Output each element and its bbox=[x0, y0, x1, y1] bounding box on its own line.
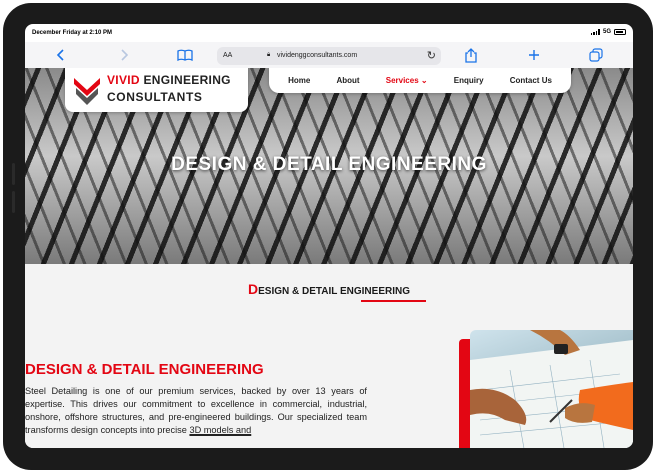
share-icon[interactable] bbox=[462, 46, 480, 64]
logo-engineering: ENGINEERING bbox=[139, 73, 231, 87]
reader-button[interactable]: AA bbox=[223, 52, 232, 59]
section-heading: DESIGN & DETAIL ENGINEERING bbox=[25, 281, 633, 297]
nav-contact[interactable]: Contact Us bbox=[510, 76, 552, 85]
new-tab-icon[interactable] bbox=[525, 46, 543, 64]
logo-vivid: VIVID bbox=[107, 73, 140, 87]
nav-about[interactable]: About bbox=[336, 76, 359, 85]
logo-text-line1: VIVID ENGINEERING bbox=[107, 73, 231, 87]
nav-enquiry[interactable]: Enquiry bbox=[454, 76, 484, 85]
reload-icon[interactable]: ↻ bbox=[427, 49, 436, 62]
section-heading-initial: D bbox=[248, 281, 259, 297]
status-bar: December Friday at 2:10 PM 5G bbox=[25, 24, 633, 42]
signal-icon bbox=[590, 29, 600, 35]
nav-services[interactable]: Services ⌄ bbox=[386, 76, 428, 85]
section-heading-rest: ESIGN & DETAIL ENGINEERING bbox=[258, 286, 410, 297]
status-time: December Friday at 2:10 PM bbox=[32, 30, 113, 36]
status-right: 5G bbox=[590, 29, 626, 35]
content-body: Steel Detailing is one of our premium se… bbox=[25, 385, 367, 437]
content-title: DESIGN & DETAIL ENGINEERING bbox=[25, 361, 264, 378]
main-nav: Home About Services ⌄ Enquiry Contact Us bbox=[269, 68, 571, 93]
address-bar[interactable]: AA 🔒︎ vividenggconsultants.com ↻ bbox=[217, 47, 441, 65]
network-label: 5G bbox=[602, 29, 611, 35]
forward-icon[interactable] bbox=[115, 46, 133, 64]
volume-button bbox=[12, 191, 15, 213]
lock-icon: 🔒︎ bbox=[267, 52, 271, 58]
back-icon[interactable] bbox=[52, 46, 70, 64]
engineering-photo bbox=[470, 330, 633, 448]
content-link[interactable]: 3D models and bbox=[189, 425, 251, 435]
web-page: DESIGN & DETAIL ENGINEERING VIVID ENGINE… bbox=[25, 68, 633, 448]
tabs-icon[interactable] bbox=[587, 46, 605, 64]
nav-home[interactable]: Home bbox=[288, 76, 310, 85]
bookmarks-icon[interactable] bbox=[176, 46, 194, 64]
url-text: vividenggconsultants.com bbox=[277, 52, 358, 59]
volume-button bbox=[12, 163, 15, 185]
hero-title: DESIGN & DETAIL ENGINEERING bbox=[171, 154, 487, 175]
chevron-down-icon: ⌄ bbox=[420, 76, 428, 85]
logo[interactable]: VIVID ENGINEERING CONSULTANTS bbox=[65, 68, 248, 112]
photo-illustration bbox=[470, 330, 633, 448]
screen: December Friday at 2:10 PM 5G AA 🔒︎ vivi… bbox=[25, 24, 633, 448]
logo-text-line2: CONSULTANTS bbox=[107, 90, 203, 104]
heading-underline bbox=[361, 300, 426, 302]
battery-icon bbox=[614, 29, 626, 35]
browser-toolbar: AA 🔒︎ vividenggconsultants.com ↻ bbox=[25, 42, 633, 68]
logo-mark-icon bbox=[74, 78, 100, 105]
nav-services-label: Services bbox=[385, 76, 419, 85]
